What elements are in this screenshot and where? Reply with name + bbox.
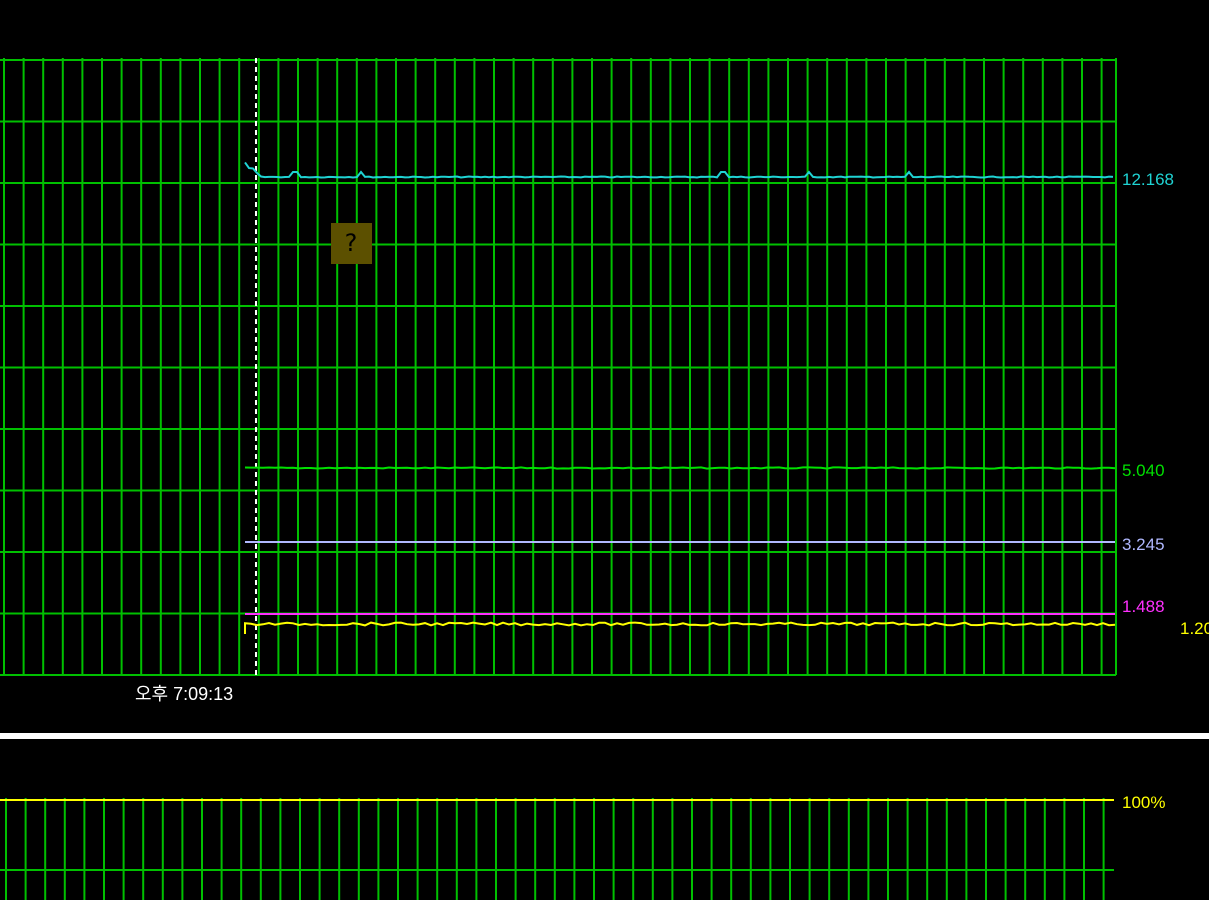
series-value-label-2: 5.040 [1122, 461, 1165, 480]
load-value-label: 100% [1122, 793, 1165, 812]
hardware-monitor-graphs: ? 12.168 5.040 3.245 1.488 1.20 오후 7:09:13 1… [0, 0, 1209, 900]
series-line-2 [244, 466, 1116, 470]
warning-badge-icon: ? [331, 223, 372, 264]
load-value-labels: 100% [1122, 793, 1165, 812]
svg-text:?: ? [345, 229, 358, 257]
series-value-label-5: 1.20 [1180, 619, 1209, 638]
time-label: 오후 7:09:13 [135, 684, 233, 704]
series-value-label-4: 1.488 [1122, 597, 1165, 616]
series-value-label-1: 12.168 [1122, 170, 1174, 189]
graph-divider [0, 733, 1209, 739]
series-value-label-3: 3.245 [1122, 535, 1165, 554]
